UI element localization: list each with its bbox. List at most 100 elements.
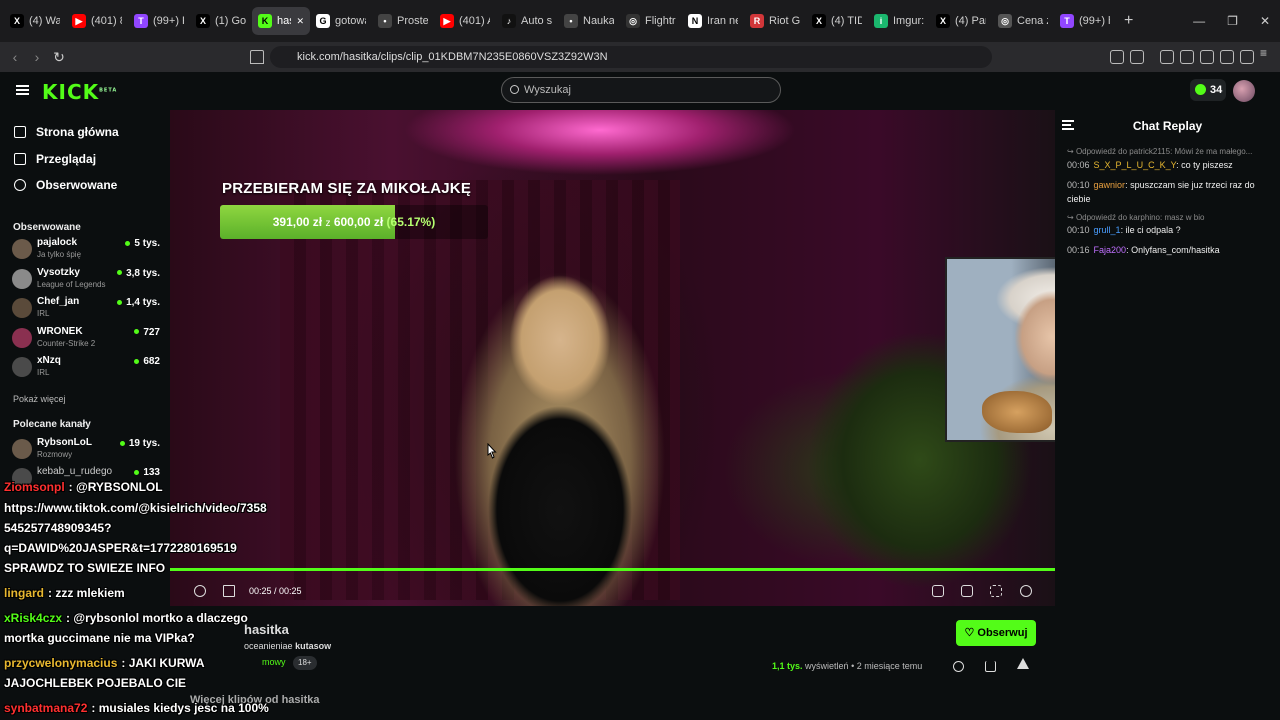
followed-channel[interactable]: xNzq IRL 682 [12, 354, 162, 380]
points-count: 34 [1210, 84, 1223, 96]
followed-channel[interactable]: Chef_jan IRL 1,4 tys. [12, 295, 162, 321]
report-icon[interactable] [1017, 658, 1029, 669]
tab-title: Imgur: T [893, 15, 924, 27]
overlay-chat-line: mortka guccimane nie ma VIPka? [4, 631, 195, 645]
fullscreen-icon[interactable] [990, 585, 1002, 597]
overlay-chat-text: : JAKI KURWA [121, 656, 205, 670]
sidebar-toggle-icon[interactable] [1180, 50, 1194, 64]
wallet-icon[interactable] [1200, 50, 1214, 64]
logo-text: KICK [42, 80, 100, 104]
nav-home[interactable]: Strona główna [14, 125, 119, 139]
overlay-chat-user: przycwelonymacius [4, 656, 118, 670]
music-icon[interactable] [1160, 50, 1174, 64]
avatar [12, 239, 32, 259]
followed-channel[interactable]: pajalock Ja tylko śpię 5 tys. [12, 236, 162, 262]
video-seek-fill [170, 568, 1055, 571]
browser-tab[interactable]: • Nauka g [558, 7, 620, 35]
browser-tab[interactable]: X (4) TIDZ [806, 7, 868, 35]
tab-close-icon[interactable]: ✕ [296, 16, 304, 27]
pin-icon: • [564, 14, 578, 28]
overlay-chat-text: : musiales kiedys jesc na 100% [91, 701, 269, 715]
message-text: : Onlyfans_com/hasitka [1126, 245, 1220, 255]
followed-channel[interactable]: Vysotzky League of Legends 3,8 tys. [12, 266, 162, 292]
kick-icon: K [258, 14, 272, 28]
browser-tab[interactable]: i Imgur: T [868, 7, 930, 35]
message-time: 00:16 [1067, 245, 1090, 255]
followed-channel[interactable]: WRONEK Counter-Strike 2 727 [12, 325, 162, 351]
user-avatar[interactable] [1233, 80, 1255, 102]
browser-tab[interactable]: Khasi ✕ [252, 7, 310, 35]
maximize-icon[interactable]: ❐ [1227, 14, 1238, 28]
miniplayer-icon[interactable] [932, 585, 944, 597]
playback-speed-icon[interactable] [1020, 585, 1032, 597]
minimize-icon[interactable]: — [1193, 14, 1205, 28]
x-icon: X [812, 14, 826, 28]
channel-category: Ja tylko śpię [37, 250, 82, 259]
tab-title: (4) TIDZ [831, 15, 862, 27]
chat-message: 00:10 gawnior: spuszczam sie juz trzeci r… [1067, 178, 1275, 206]
message-user[interactable]: grull_1 [1094, 225, 1121, 235]
tab-title: (99+) PC [153, 15, 184, 27]
chat-message: 00:06 S_X_P_L_U_C_K_Y: co ty piszesz [1067, 158, 1275, 172]
nav-browse[interactable]: Przeglądaj [14, 152, 96, 166]
close-icon[interactable]: ✕ [1260, 14, 1270, 28]
browser-tab[interactable]: ▶ (401) 8A [66, 7, 128, 35]
browser-tab[interactable]: ▶ (401) Au [434, 7, 496, 35]
avatar [12, 357, 32, 377]
tab-title: hasi [277, 15, 291, 27]
message-user[interactable]: gawnior [1094, 180, 1126, 190]
forward-icon[interactable]: › [26, 49, 48, 65]
goal-progress-bar: 391,00 zł z 600,00 zł (65.17%) [220, 205, 488, 239]
shield-icon[interactable] [1240, 50, 1254, 64]
bookmark-icon[interactable] [250, 50, 264, 64]
browser-tab[interactable]: • Proste p [372, 7, 434, 35]
nav-home-label: Strona główna [36, 125, 119, 139]
message-user[interactable]: Faja200 [1094, 245, 1127, 255]
video-player[interactable]: PRZEBIERAM SIĘ ZA MIKOŁAJKĘ 391,00 zł z … [170, 110, 1055, 606]
back-icon[interactable]: ‹ [4, 49, 26, 65]
screenshot-icon[interactable] [1130, 50, 1144, 64]
follow-button[interactable]: ♡ Obserwuj [956, 620, 1036, 646]
chat-message: 00:16 Faja200: Onlyfans_com/hasitka [1067, 243, 1275, 257]
tab-title: Nauka g [583, 15, 614, 27]
extensions-icon[interactable] [1110, 50, 1124, 64]
overlay-chat-text: : @RYBSONLOL [68, 480, 163, 494]
twitch-icon: T [1060, 14, 1074, 28]
menu-icon[interactable]: ≡ [1260, 46, 1274, 60]
points-badge[interactable]: 34 [1190, 79, 1226, 101]
search-input[interactable]: Wyszukaj [501, 77, 781, 103]
viewer-count: 1,4 tys. [117, 297, 160, 308]
leo-icon[interactable] [1220, 50, 1234, 64]
tab-title: (401) 8A [91, 15, 122, 27]
browser-tab[interactable]: ♪ Auto sie [496, 7, 558, 35]
browser-tab[interactable]: T (99+) h3 [1054, 7, 1116, 35]
nav-following[interactable]: Obserwowane [14, 178, 117, 192]
overlay-chat-text: https://www.tiktok.com/@kisielrich/video… [4, 501, 267, 515]
browser-tab[interactable]: ◎ Flightrad [620, 7, 682, 35]
kick-logo[interactable]: KICKBETA [42, 80, 117, 104]
browser-tab[interactable]: N Iran nev [682, 7, 744, 35]
browser-tab[interactable]: X (1) Goni [190, 7, 252, 35]
twitch-icon: T [134, 14, 148, 28]
follow-label: Obserwuj [977, 627, 1028, 639]
reload-icon[interactable]: ↻ [48, 49, 70, 66]
browser-tab[interactable]: X (4) Warh [4, 7, 66, 35]
url-field[interactable]: kick.com/hasitka/clips/clip_01KDBM7N235E… [270, 46, 992, 68]
new-tab-icon[interactable]: + [1124, 12, 1133, 30]
browser-tab[interactable]: Ggotowa [310, 7, 372, 35]
browser-tab[interactable]: T (99+) PC [128, 7, 190, 35]
video-seek-bar[interactable] [170, 568, 1055, 571]
share-icon[interactable] [953, 661, 964, 672]
theater-mode-icon[interactable] [961, 585, 973, 597]
tiktok-icon: ♪ [502, 14, 516, 28]
browser-tab[interactable]: R Riot Gan [744, 7, 806, 35]
show-more-link[interactable]: Pokaż więcej [13, 394, 66, 404]
goal-separator: z [325, 218, 331, 229]
hamburger-menu-icon[interactable] [16, 85, 29, 95]
download-icon[interactable] [985, 661, 996, 672]
channel-name: xNzq [37, 355, 61, 366]
goal-text: 391,00 zł z 600,00 zł (65.17%) [220, 205, 488, 239]
browser-tab[interactable]: ◎ Cena zło [992, 7, 1054, 35]
message-user[interactable]: S_X_P_L_U_C_K_Y [1094, 160, 1177, 170]
browser-tab[interactable]: X (4) Pan I [930, 7, 992, 35]
